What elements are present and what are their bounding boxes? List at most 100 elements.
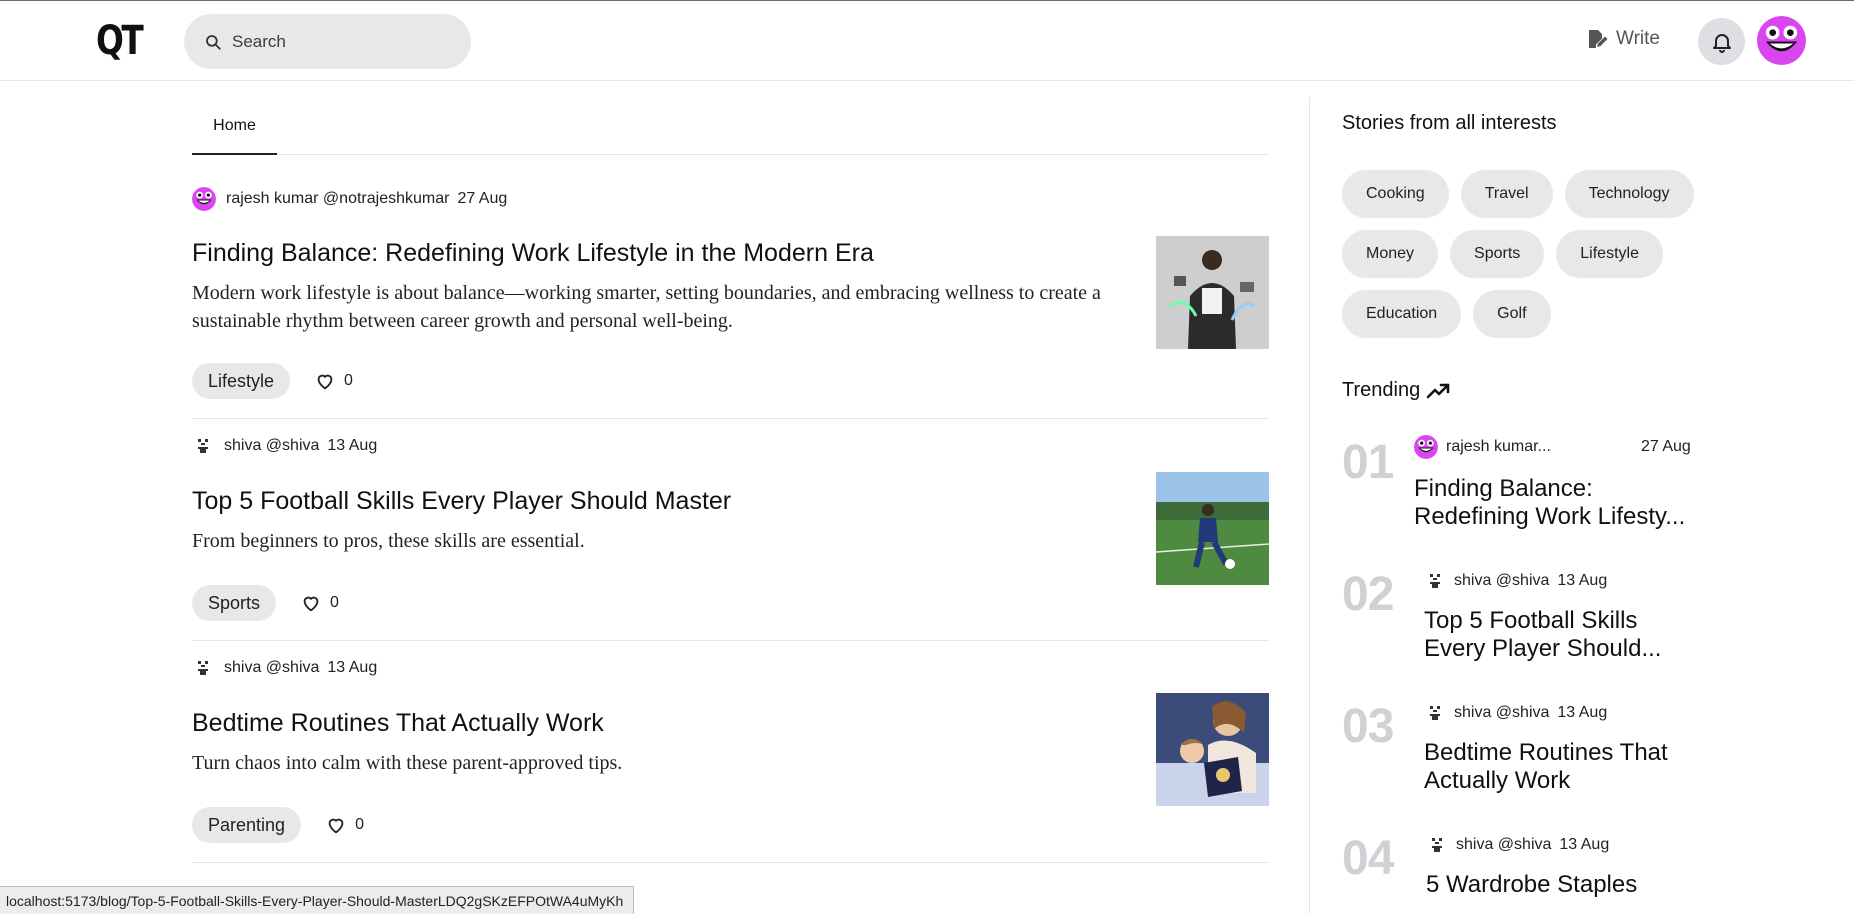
like-count: 0 (355, 816, 364, 833)
author-avatar (192, 187, 216, 211)
trending-title-line1: 5 Wardrobe Staples (1426, 871, 1638, 898)
interest-chip[interactable]: Money (1342, 230, 1439, 278)
trending-title-line1: Top 5 Football Skills (1424, 607, 1638, 634)
interest-chip[interactable]: Golf (1473, 290, 1551, 338)
trending-title-text[interactable]: Top 5 Football Skills Every Player Shoul… (1424, 607, 1661, 663)
heart-icon (328, 818, 344, 834)
trending-title-text[interactable]: 5 Wardrobe Staples (1426, 871, 1637, 899)
trending-author[interactable]: shiva @shiva 13 Aug (1426, 834, 1609, 856)
trending-title: Trending (1342, 379, 1452, 402)
like-button[interactable]: 0 (325, 814, 364, 836)
post-excerpt: From beginners to pros, these skills are… (192, 530, 585, 552)
trending-author[interactable]: shiva @shiva 13 Aug (1424, 702, 1607, 724)
post-author-name[interactable]: shiva @shiva (224, 437, 319, 455)
like-count: 0 (330, 594, 339, 611)
post-date: 27 Aug (457, 190, 508, 207)
author-avatar (198, 661, 208, 675)
post-thumbnail[interactable] (1156, 693, 1269, 806)
trending-author-name[interactable]: rajesh kumar... (1446, 438, 1551, 456)
interest-chip[interactable]: Education (1342, 290, 1462, 338)
post-author-row[interactable]: shiva @shiva 13 Aug (192, 657, 377, 679)
post-title[interactable]: Top 5 Football Skills Every Player Shoul… (192, 487, 731, 516)
author-avatar (1430, 574, 1440, 588)
post-card[interactable]: shiva @shiva 13 Aug Bedtime Routines Tha… (192, 641, 1269, 863)
like-count: 0 (344, 372, 353, 389)
search-box[interactable] (184, 14, 471, 69)
author-avatar (1414, 435, 1438, 459)
post-card[interactable]: rajesh kumar @notrajeshkumar 27 Aug Find… (192, 155, 1269, 419)
interests-title: Stories from all interests (1342, 112, 1557, 134)
heart-icon (303, 596, 319, 612)
post-author-row[interactable]: shiva @shiva 13 Aug (192, 435, 377, 457)
post-author-row[interactable]: rajesh kumar @notrajeshkumar 27 Aug (192, 187, 507, 211)
trending-title-line1: Finding Balance: (1414, 475, 1593, 502)
post-title[interactable]: Finding Balance: Redefining Work Lifesty… (192, 239, 874, 268)
page: QT Write Home (0, 0, 1854, 914)
author-avatar (198, 439, 208, 453)
bell-icon (1712, 33, 1731, 53)
trending-date: 27 Aug (1641, 438, 1691, 455)
trending-rank: 01 (1342, 436, 1394, 489)
trending-item[interactable]: 03 shiva @shiva 13 Aug Bedtime Routines … (1342, 699, 1722, 809)
post-footer: Lifestyle 0 (192, 363, 353, 399)
tab-home[interactable]: Home (192, 99, 277, 155)
like-button[interactable]: 0 (314, 370, 353, 392)
write-button[interactable]: Write (1584, 27, 1660, 51)
trending-title-line2: Every Player Should... (1424, 635, 1662, 662)
write-label: Write (1616, 28, 1660, 49)
trending-author-name[interactable]: shiva @shiva (1454, 704, 1549, 722)
post-tag[interactable]: Sports (192, 585, 277, 621)
post-date: 13 Aug (327, 659, 378, 676)
trending-date: 13 Aug (1557, 704, 1608, 721)
author-avatar (1432, 838, 1442, 852)
post-excerpt: Turn chaos into calm with these parent-a… (192, 752, 623, 774)
post-author-name[interactable]: shiva @shiva (224, 659, 319, 677)
post-author-name[interactable]: rajesh kumar @notrajeshkumar (226, 190, 449, 208)
app-logo[interactable]: QT (96, 19, 144, 63)
notifications-button[interactable] (1698, 18, 1745, 65)
author-avatar (1430, 706, 1440, 720)
trending-author[interactable]: shiva @shiva 13 Aug (1424, 570, 1607, 592)
trending-date: 13 Aug (1557, 572, 1608, 589)
interest-chip[interactable]: Sports (1450, 230, 1545, 278)
trending-title-line2: Actually Work (1424, 767, 1571, 794)
trending-item[interactable]: 02 shiva @shiva 13 Aug Top 5 Football Sk… (1342, 567, 1722, 677)
interest-chip[interactable]: Cooking (1342, 170, 1449, 218)
link-status-bar: localhost:5173/blog/Top-5-Football-Skill… (0, 886, 635, 914)
post-title[interactable]: Bedtime Routines That Actually Work (192, 709, 604, 738)
post-date: 13 Aug (327, 437, 378, 454)
post-footer: Parenting 0 (192, 807, 364, 843)
interests-list: Cooking Travel Technology Money Sports L… (1342, 170, 1722, 338)
trending-title-text[interactable]: Finding Balance: Redefining Work Lifesty… (1414, 475, 1685, 531)
post-excerpt: Modern work lifestyle is about balance—w… (192, 282, 1101, 332)
trending-title-line1: Bedtime Routines That (1424, 739, 1668, 766)
interest-chip[interactable]: Lifestyle (1556, 230, 1663, 278)
trending-title-line2: Redefining Work Lifesty... (1414, 503, 1686, 530)
post-footer: Sports 0 (192, 585, 339, 621)
post-tag[interactable]: Lifestyle (192, 363, 291, 399)
post-card[interactable]: shiva @shiva 13 Aug Top 5 Football Skill… (192, 419, 1269, 641)
heart-icon (317, 374, 333, 390)
trending-rank: 04 (1342, 832, 1394, 885)
post-thumbnail[interactable] (1156, 472, 1269, 585)
trending-rank: 03 (1342, 700, 1394, 753)
trending-title-text[interactable]: Bedtime Routines That Actually Work (1424, 739, 1668, 795)
trending-rank: 02 (1342, 568, 1394, 621)
trending-label: Trending (1342, 379, 1421, 401)
interest-chip[interactable]: Technology (1564, 170, 1694, 218)
feed-tabs: Home (192, 99, 1269, 155)
user-avatar[interactable] (1757, 16, 1806, 65)
top-navbar: QT Write (0, 1, 1854, 81)
search-icon (206, 34, 221, 50)
search-input[interactable] (232, 31, 452, 52)
interest-chip[interactable]: Travel (1460, 170, 1553, 218)
post-tag[interactable]: Parenting (192, 807, 302, 843)
like-button[interactable]: 0 (300, 592, 339, 614)
trending-item[interactable]: 04 shiva @shiva 13 Aug 5 Wardrobe Staple… (1342, 831, 1722, 914)
post-thumbnail[interactable] (1156, 236, 1269, 349)
trending-item[interactable]: 01 rajesh kumar... 27 Aug Finding Balanc… (1342, 435, 1722, 545)
trending-author-name[interactable]: shiva @shiva (1454, 572, 1549, 590)
trending-author-name[interactable]: shiva @shiva (1456, 836, 1551, 854)
trending-up-icon (1426, 383, 1450, 398)
trending-author[interactable]: rajesh kumar... (1414, 435, 1551, 459)
